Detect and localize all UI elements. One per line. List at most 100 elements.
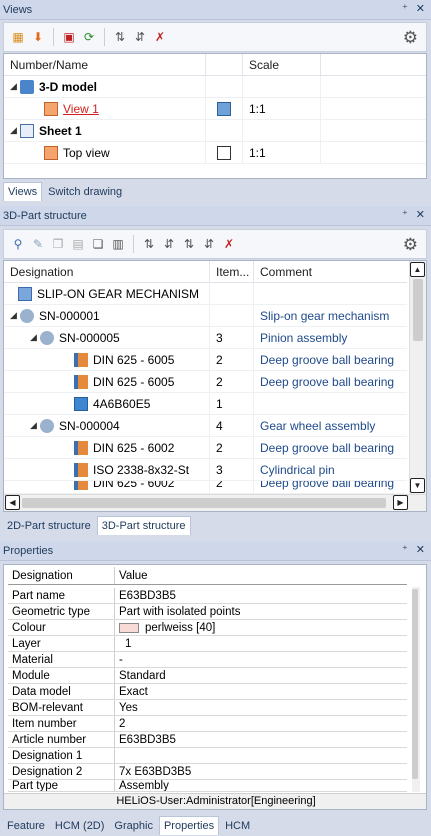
paste-icon[interactable]: ▤ (70, 236, 86, 252)
tree-row[interactable]: DIN 625 - 6002 2 Deep groove ball bearin… (4, 436, 407, 459)
view-row[interactable]: ◢ 3-D model (4, 75, 426, 98)
scroll-up-icon[interactable]: ▲ (410, 262, 425, 277)
property-row[interactable]: Designation 2 7x E63BD3B5 (8, 764, 407, 780)
clear-filter-icon[interactable]: ✗ (152, 29, 168, 45)
search-icon[interactable]: ⚲ (10, 236, 26, 252)
close-icon[interactable]: ✕ (416, 543, 425, 556)
property-row[interactable]: Part type Assembly (8, 780, 407, 792)
col-empty (321, 54, 421, 76)
property-row[interactable]: Part name E63BD3B5 (8, 588, 407, 604)
tree-row[interactable]: 4A6B60E5 1 (4, 392, 407, 415)
part-grid-header: Designation Item... Comment (4, 261, 407, 283)
col-item[interactable]: Item... (210, 261, 254, 283)
horizontal-scrollbar[interactable]: ◀ ▶ (4, 494, 426, 511)
sheet-icon (20, 123, 34, 138)
col-designation[interactable]: Designation (8, 567, 115, 584)
solid-part-icon (74, 396, 88, 411)
scroll-thumb[interactable] (22, 498, 386, 508)
scroll-thumb[interactable] (412, 589, 418, 779)
property-row[interactable]: Material - (8, 652, 407, 668)
tree-row[interactable]: ISO 2338-8x32-St 3 Cylindrical pin (4, 458, 407, 481)
view-row[interactable]: ◢ Sheet 1 (4, 119, 426, 142)
tab-switch-drawing[interactable]: Switch drawing (44, 182, 126, 201)
toolbar-separator (133, 235, 134, 253)
property-row[interactable]: Colour perlweiss [40] (8, 620, 407, 636)
property-row[interactable]: Module Standard (8, 668, 407, 684)
view-cube-icon (44, 101, 58, 116)
tree-row[interactable]: DIN 625 - 6005 2 Deep groove ball bearin… (4, 370, 407, 393)
close-icon[interactable]: ✕ (416, 2, 425, 15)
view-row[interactable]: View 1 1:1 (4, 97, 426, 120)
views-panel-title: Views ⁺ ✕ (0, 0, 431, 20)
tab-hcm-2d[interactable]: HCM (2D) (51, 816, 109, 835)
close-icon[interactable]: ✕ (416, 208, 425, 221)
tab-3d-part-structure[interactable]: 3D-Part structure (96, 516, 191, 535)
col-value[interactable]: Value (115, 567, 407, 584)
standard-part-icon (74, 481, 88, 490)
copy-icon[interactable]: ❐ (50, 236, 66, 252)
part-tabs: 2D-Part structure 3D-Part structure (0, 513, 431, 535)
refresh-icon[interactable]: ⟳ (81, 29, 97, 45)
sort-up-icon[interactable]: ⇅ (141, 236, 157, 252)
sort-up-icon[interactable]: ⇅ (112, 29, 128, 45)
scroll-left-icon[interactable]: ◀ (5, 495, 20, 510)
property-row[interactable]: Geometric type Part with isolated points (8, 604, 407, 620)
tree-row[interactable]: DIN 625 - 6005 2 Deep groove ball bearin… (4, 348, 407, 371)
tree-row[interactable]: DIN 625 - 6002 2 Deep groove ball bearin… (4, 481, 407, 494)
property-row[interactable]: Layer 1 (8, 636, 407, 652)
col-scale[interactable]: Scale (243, 54, 321, 76)
views-grid-header: Number/Name Scale (4, 54, 426, 76)
expand-triangle-icon[interactable]: ◢ (10, 125, 20, 136)
new-view-icon[interactable]: ▦ (10, 29, 26, 45)
arrow-down-icon[interactable]: ⬇ (30, 29, 46, 45)
view-window-icon[interactable]: ▣ (61, 29, 77, 45)
col-type[interactable] (206, 54, 243, 76)
tab-feature[interactable]: Feature (3, 816, 49, 835)
view-cube-icon (44, 145, 58, 160)
part-toolbar: ⚲ ✎ ❐ ▤ ❏ ▥ ⇅ ⇵ ⇅ ⇵ ✗ ⚙ (3, 229, 427, 259)
settings-gear-icon[interactable]: ⚙ (403, 28, 418, 48)
duplicate-icon[interactable]: ❏ (90, 236, 106, 252)
sort-down-icon[interactable]: ⇵ (201, 236, 217, 252)
tab-properties[interactable]: Properties (158, 816, 220, 835)
clipboard-icon[interactable]: ▥ (110, 236, 126, 252)
sort-13-icon[interactable]: ⇅ (181, 236, 197, 252)
view-row[interactable]: Top view 1:1 (4, 141, 426, 164)
colour-swatch[interactable] (119, 622, 139, 633)
vertical-scrollbar[interactable]: ▲ ▼ (409, 261, 426, 494)
expand-triangle-icon[interactable]: ◢ (10, 81, 20, 92)
tree-row[interactable]: SLIP-ON GEAR MECHANISM (4, 282, 407, 305)
property-row[interactable]: Data model Exact (8, 684, 407, 700)
tab-hcm[interactable]: HCM (221, 816, 254, 835)
expand-triangle-icon[interactable]: ◢ (10, 310, 20, 321)
col-designation[interactable]: Designation (4, 261, 210, 283)
tool-icon[interactable]: ✎ (30, 236, 46, 252)
sort-12-icon[interactable]: ⇵ (161, 236, 177, 252)
tree-row[interactable]: ◢ SN-000001 Slip-on gear mechanism (4, 304, 407, 327)
tree-row[interactable]: ◢ SN-000005 3 Pinion assembly (4, 326, 407, 349)
property-row[interactable]: BOM-relevant Yes (8, 700, 407, 716)
property-row[interactable]: Item number 2 (8, 716, 407, 732)
pin-icon[interactable]: ⁺ (402, 543, 408, 556)
tree-row[interactable]: ◢ SN-000004 4 Gear wheel assembly (4, 414, 407, 437)
tab-graphic[interactable]: Graphic (110, 816, 157, 835)
col-comment[interactable]: Comment (254, 261, 407, 283)
toolbar-separator (53, 28, 54, 46)
tab-views[interactable]: Views (3, 182, 43, 201)
pin-icon[interactable]: ⁺ (402, 2, 408, 15)
shaded-cube-icon (217, 101, 231, 116)
tab-2d-part-structure[interactable]: 2D-Part structure (3, 516, 95, 535)
settings-gear-icon[interactable]: ⚙ (403, 235, 418, 255)
property-row[interactable]: Designation 1 (8, 748, 407, 764)
sort-down-icon[interactable]: ⇵ (132, 29, 148, 45)
properties-scrollbar[interactable] (412, 587, 420, 792)
col-number-name[interactable]: Number/Name (4, 54, 206, 76)
expand-triangle-icon[interactable]: ◢ (30, 332, 40, 343)
scroll-down-icon[interactable]: ▼ (410, 478, 425, 493)
clear-filter-icon[interactable]: ✗ (221, 236, 237, 252)
expand-triangle-icon[interactable]: ◢ (30, 420, 40, 431)
pin-icon[interactable]: ⁺ (402, 208, 408, 221)
property-row[interactable]: Article number E63BD3B5 (8, 732, 407, 748)
scroll-thumb[interactable] (413, 279, 423, 341)
scroll-right-icon[interactable]: ▶ (393, 495, 408, 510)
